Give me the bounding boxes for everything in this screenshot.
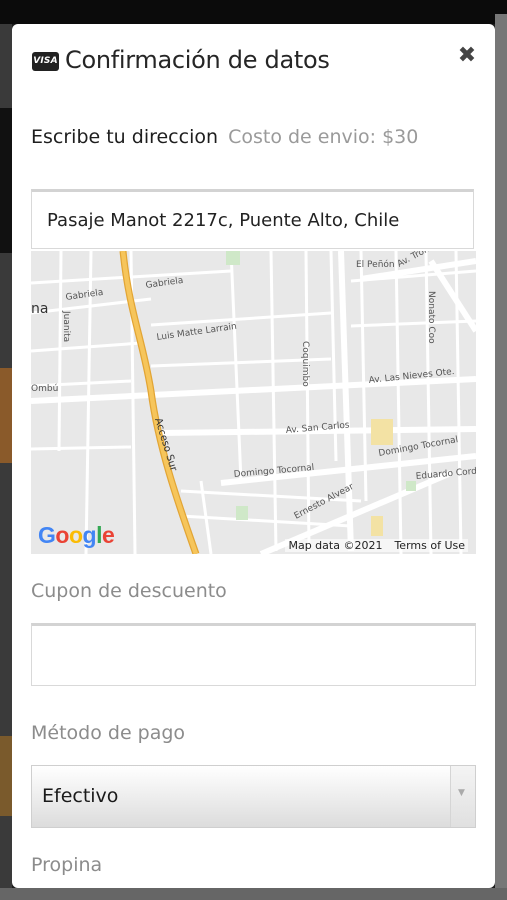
payment-method-label: Método de pago bbox=[31, 722, 186, 744]
modal-header: VISA Confirmación de datos ✖ bbox=[12, 24, 495, 100]
map-street-label: Ombú bbox=[31, 384, 58, 394]
visa-card-icon: VISA bbox=[32, 52, 59, 71]
close-icon[interactable]: ✖ bbox=[455, 44, 479, 68]
map-street-label: Juanita bbox=[61, 310, 71, 342]
backdrop-left bbox=[0, 24, 12, 900]
map-data-attribution: Map data ©2021 bbox=[288, 539, 383, 552]
coupon-input[interactable] bbox=[31, 623, 476, 686]
map-view[interactable]: El Peñón Av. Troncal San Francisco Gabri… bbox=[31, 251, 476, 554]
backdrop-right bbox=[495, 14, 507, 900]
backdrop-top bbox=[0, 0, 507, 24]
select-arrow-box[interactable]: ▼ bbox=[450, 766, 475, 827]
address-input[interactable] bbox=[31, 189, 474, 249]
shipping-cost: Costo de envio: $30 bbox=[228, 126, 419, 148]
payment-method-select[interactable]: Efectivo ▼ bbox=[31, 765, 476, 828]
map-street-label: na bbox=[31, 301, 48, 317]
modal-title: Confirmación de datos bbox=[65, 46, 330, 74]
terms-of-use-link[interactable]: Terms of Use bbox=[394, 539, 465, 552]
chevron-down-icon: ▼ bbox=[458, 788, 465, 798]
map-street-label: El Peñón bbox=[356, 259, 395, 270]
confirmation-modal: VISA Confirmación de datos ✖ Escribe tu … bbox=[12, 24, 495, 888]
map-canvas: El Peñón Av. Troncal San Francisco Gabri… bbox=[31, 251, 476, 554]
map-attribution: Map data ©2021 Terms of Use bbox=[285, 539, 468, 552]
google-logo: Google bbox=[38, 522, 115, 548]
backdrop-bottom bbox=[0, 888, 507, 900]
tip-label: Propina bbox=[31, 854, 103, 876]
map-street-label: Nonato Coo bbox=[426, 291, 436, 344]
address-label-row: Escribe tu direccion Costo de envio: $30 bbox=[31, 126, 418, 148]
payment-method-value: Efectivo bbox=[42, 785, 119, 807]
coupon-label: Cupon de descuento bbox=[31, 580, 227, 602]
map-street-label: Coquimbo bbox=[300, 341, 310, 387]
address-label: Escribe tu direccion bbox=[31, 126, 219, 148]
